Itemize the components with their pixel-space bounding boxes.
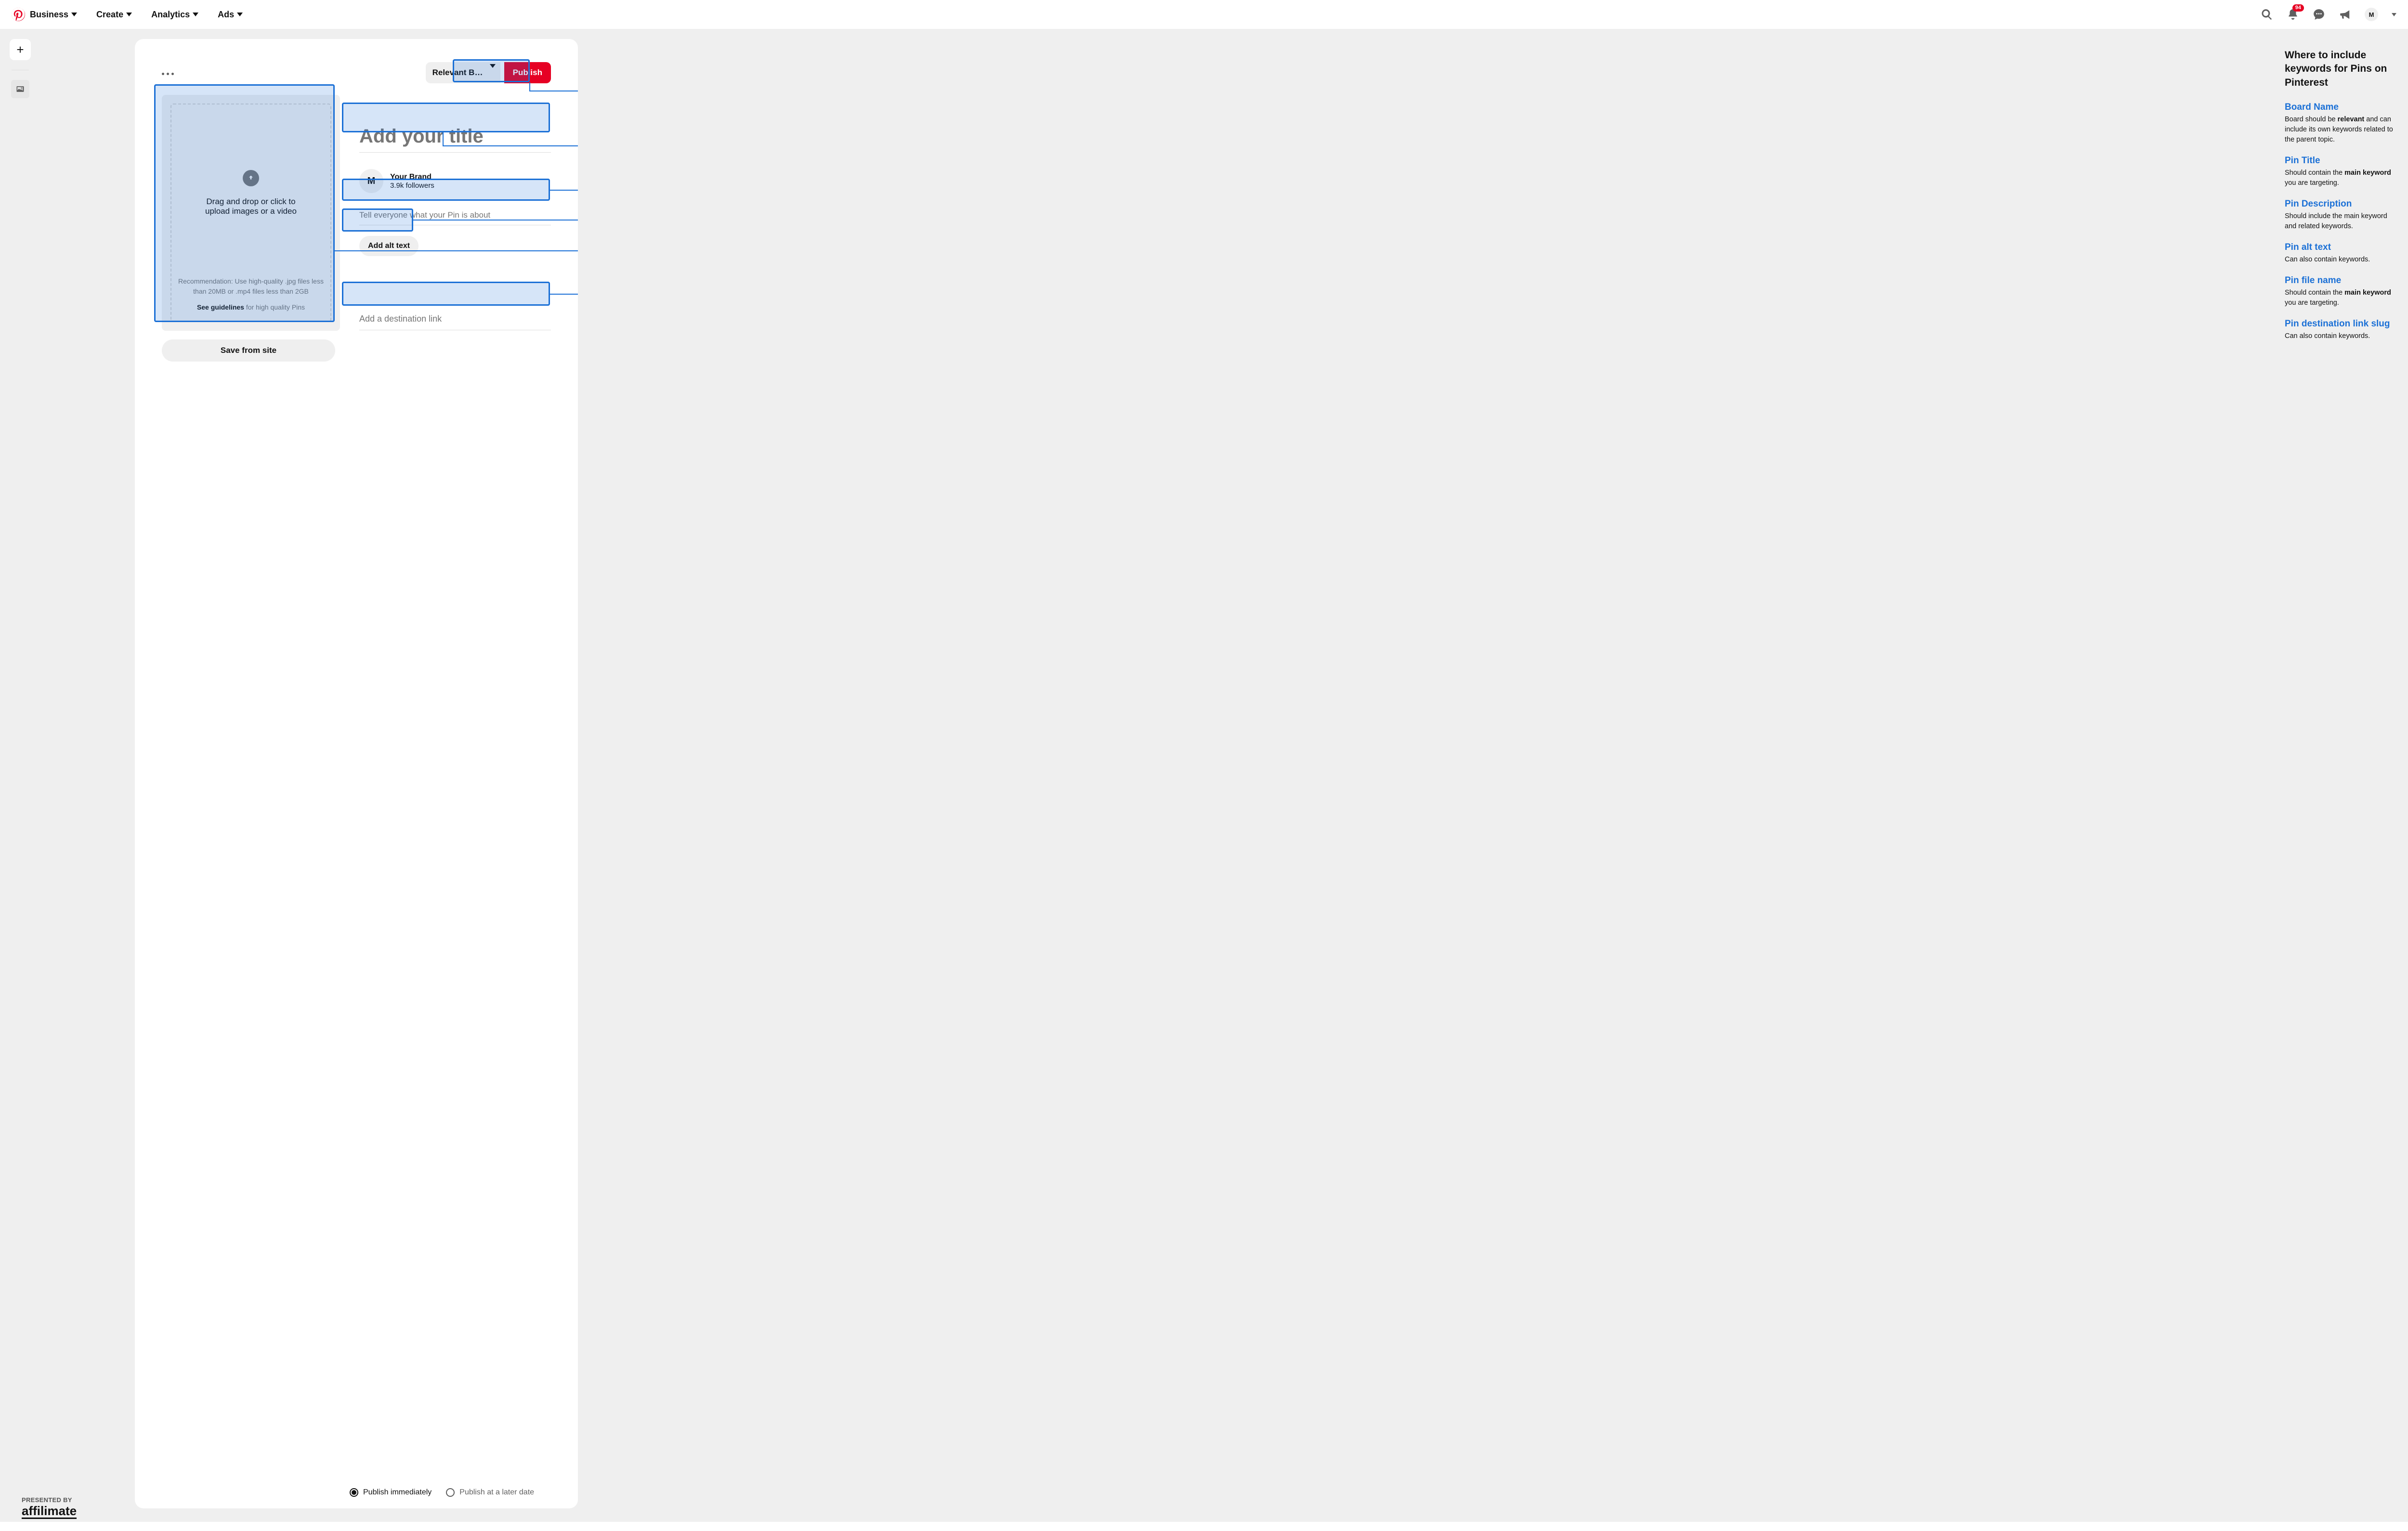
- annotation-pin-desc-label: Pin Description: [2285, 199, 2394, 209]
- upload-rec-text: Recommendation: Use high-quality .jpg fi…: [178, 276, 324, 297]
- logo-business-group[interactable]: Business: [12, 8, 77, 21]
- workspace: + Relevant Bo… Publish: [0, 29, 2408, 1522]
- annotation-pin-alt: Pin alt text Can also contain keywords.: [2285, 242, 2394, 265]
- nav-create[interactable]: Create: [96, 10, 132, 20]
- messages-icon[interactable]: [2313, 8, 2325, 21]
- add-pin-button[interactable]: +: [10, 39, 31, 60]
- nav-right: 94 M: [2261, 8, 2396, 21]
- upload-arrow-icon: [243, 170, 259, 186]
- upload-instructions: Drag and drop or click to upload images …: [193, 197, 309, 216]
- chevron-down-icon: [490, 68, 496, 78]
- nav-ads-label: Ads: [218, 10, 234, 20]
- chevron-down-icon: [71, 13, 77, 16]
- annotation-pin-file-label: Pin file name: [2285, 275, 2394, 286]
- pinterest-logo-icon: [12, 8, 25, 21]
- brand-followers: 3.9k followers: [390, 182, 434, 190]
- annotation-pin-file: Pin file name Should contain the main ke…: [2285, 275, 2394, 308]
- pin-description-input[interactable]: Tell everyone what your Pin is about: [359, 208, 551, 225]
- annotation-pin-alt-label: Pin alt text: [2285, 242, 2394, 253]
- presented-by-brand: affilimate: [22, 1505, 77, 1519]
- nav-business-label: Business: [30, 10, 68, 20]
- see-guidelines-link[interactable]: See guidelines: [197, 303, 244, 311]
- destination-link-input[interactable]: Add a destination link: [359, 311, 551, 330]
- brand-avatar: M: [359, 169, 383, 193]
- radio-publish-later[interactable]: Publish at a later date: [446, 1488, 534, 1497]
- image-thumb-icon[interactable]: [11, 80, 29, 98]
- annotation-pin-link-label: Pin destination link slug: [2285, 319, 2394, 329]
- annotation-pin-link: Pin destination link slug Can also conta…: [2285, 319, 2394, 341]
- radio-later-label: Publish at a later date: [459, 1488, 534, 1497]
- nav-analytics[interactable]: Analytics: [151, 10, 198, 20]
- annotation-board-label: Board Name: [2285, 102, 2394, 113]
- guidelines-tail: for high quality Pins: [244, 303, 305, 311]
- publish-timing-radio-group: Publish immediately Publish at a later d…: [350, 1488, 534, 1497]
- annotation-board-name: Board Name Board should be relevant and …: [2285, 102, 2394, 145]
- presented-by-label: PRESENTED BY: [22, 1496, 77, 1504]
- chevron-down-icon: [193, 13, 198, 16]
- megaphone-icon[interactable]: [2339, 8, 2351, 21]
- more-options-icon[interactable]: [162, 71, 174, 75]
- nav-ads[interactable]: Ads: [218, 10, 243, 20]
- board-selector[interactable]: Relevant Bo…: [426, 62, 500, 83]
- notification-badge: 94: [2292, 4, 2304, 12]
- upload-dropzone[interactable]: Drag and drop or click to upload images …: [162, 95, 340, 331]
- chevron-down-icon: [237, 13, 243, 16]
- left-rail: +: [0, 29, 34, 1522]
- nav-business[interactable]: Business: [30, 10, 77, 20]
- presented-by: PRESENTED BY affilimate: [22, 1496, 77, 1519]
- bell-icon[interactable]: 94: [2287, 8, 2299, 21]
- search-icon[interactable]: [2261, 8, 2273, 21]
- pin-builder-card: Relevant Bo… Publish: [135, 39, 578, 1508]
- stage: Relevant Bo… Publish: [34, 29, 2273, 1522]
- annotation-pin-title: Pin Title Should contain the main keywor…: [2285, 156, 2394, 188]
- board-selector-text: Relevant Bo…: [432, 68, 487, 78]
- annotation-title: Where to include keywords for Pins on Pi…: [2285, 49, 2394, 90]
- annotation-sidebar: Where to include keywords for Pins on Pi…: [2273, 29, 2408, 1522]
- brand-name: Your Brand: [390, 173, 434, 182]
- top-nav: Business Create Analytics Ads 94: [0, 0, 2408, 29]
- brand-row: M Your Brand 3.9k followers: [359, 169, 551, 193]
- annotation-pin-desc: Pin Description Should include the main …: [2285, 199, 2394, 232]
- radio-filled-icon: [350, 1488, 358, 1497]
- chevron-down-icon: [126, 13, 132, 16]
- radio-immediate-label: Publish immediately: [363, 1488, 432, 1497]
- publish-button[interactable]: Publish: [504, 62, 551, 83]
- save-from-site-button[interactable]: Save from site: [162, 339, 335, 362]
- account-chevron-icon[interactable]: [2392, 13, 2396, 16]
- nav-create-label: Create: [96, 10, 123, 20]
- pin-title-input[interactable]: Add your title: [359, 124, 551, 153]
- account-avatar[interactable]: M: [2365, 8, 2378, 21]
- nav-analytics-label: Analytics: [151, 10, 190, 20]
- nav-left: Business Create Analytics Ads: [12, 8, 243, 21]
- add-alt-text-button[interactable]: Add alt text: [359, 236, 419, 256]
- upload-recommendation: Recommendation: Use high-quality .jpg fi…: [178, 276, 324, 316]
- radio-empty-icon: [446, 1488, 455, 1497]
- radio-publish-immediately[interactable]: Publish immediately: [350, 1488, 432, 1497]
- board-publish-group: Relevant Bo… Publish: [426, 62, 551, 83]
- annotation-pin-title-label: Pin Title: [2285, 156, 2394, 166]
